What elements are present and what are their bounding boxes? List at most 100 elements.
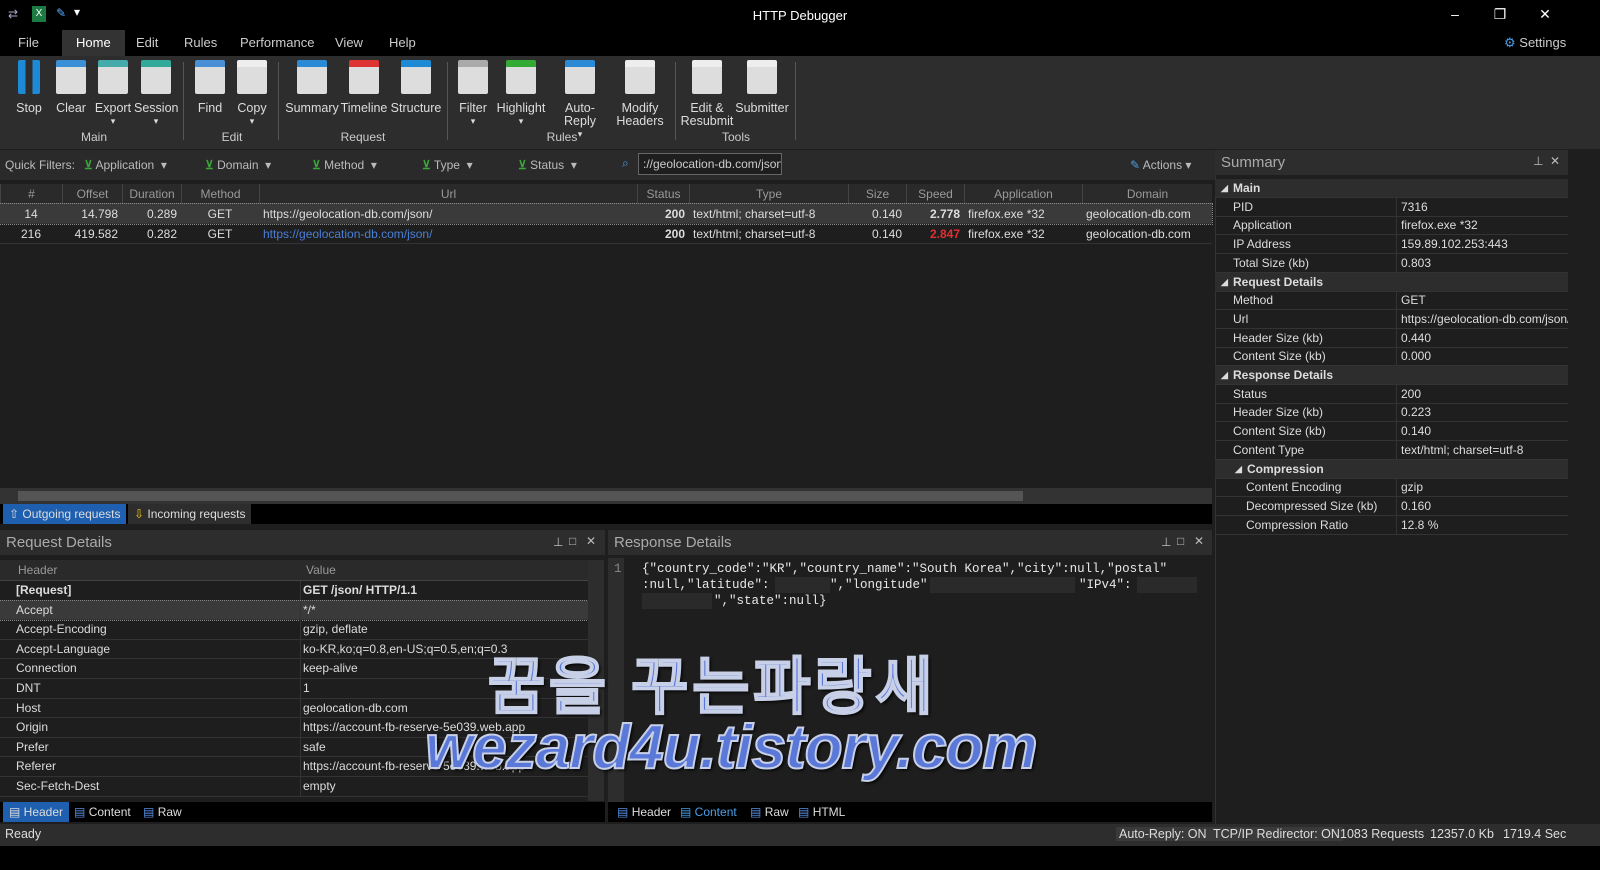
- clear-button[interactable]: Clear: [54, 60, 88, 115]
- filter-status[interactable]: ⊻ Status ▾: [518, 158, 577, 172]
- settings-button[interactable]: ⚙ Settings: [1504, 35, 1566, 51]
- column-header[interactable]: Status: [637, 184, 689, 204]
- property-row[interactable]: Total Size (kb) 0.803: [1215, 253, 1568, 273]
- property-row[interactable]: Decompressed Size (kb) 0.160: [1215, 496, 1568, 516]
- property-row[interactable]: Application firefox.exe *32: [1215, 216, 1568, 236]
- restore-button[interactable]: ❐: [1485, 6, 1515, 23]
- minimize-button[interactable]: –: [1440, 6, 1470, 22]
- header-name: Referer: [16, 759, 57, 774]
- column-header[interactable]: Duration: [122, 184, 181, 204]
- property-row[interactable]: Header Size (kb) 0.223: [1215, 403, 1568, 423]
- edit-resubmit-button[interactable]: Edit & Resubmit: [680, 60, 734, 128]
- quick-filters-bar: [0, 150, 1215, 180]
- section-response-details[interactable]: ◢ Response Details: [1215, 366, 1568, 385]
- property-row[interactable]: Url https://geolocation-db.com/json/: [1215, 309, 1568, 329]
- maximize-icon[interactable]: □: [1177, 534, 1184, 548]
- close-icon[interactable]: ✕: [1550, 154, 1560, 168]
- highlight-icon: [506, 60, 536, 94]
- property-row[interactable]: Content Size (kb) 0.140: [1215, 422, 1568, 442]
- column-header[interactable]: #: [0, 184, 62, 204]
- redirector-status[interactable]: TCP/IP Redirector: ON: [1210, 827, 1343, 841]
- filter-domain[interactable]: ⊻ Domain ▾: [205, 158, 271, 172]
- menu-performance[interactable]: Performance: [228, 30, 326, 56]
- property-row[interactable]: Content Encoding gzip: [1215, 478, 1568, 498]
- section-request-details[interactable]: ◢ Request Details: [1215, 272, 1568, 292]
- property-row[interactable]: PID 7316: [1215, 197, 1568, 217]
- collapse-icon[interactable]: ◢: [1221, 179, 1228, 197]
- property-row[interactable]: Header Size (kb) 0.440: [1215, 328, 1568, 348]
- column-header[interactable]: Application: [964, 184, 1082, 204]
- column-header[interactable]: Type: [689, 184, 848, 204]
- property-name: Method: [1233, 293, 1274, 308]
- tab-header[interactable]: ▤ Header: [611, 802, 677, 822]
- filter-application[interactable]: ⊻ Application ▾: [84, 158, 167, 172]
- pin-icon[interactable]: ⊥: [553, 535, 563, 549]
- highlight-button[interactable]: Highlight ▾: [496, 60, 546, 128]
- actions-button[interactable]: ✎ Actions ▾: [1130, 158, 1191, 172]
- collapse-icon[interactable]: ◢: [1221, 273, 1228, 291]
- filter-type[interactable]: ⊻ Type ▾: [422, 158, 473, 172]
- structure-button[interactable]: Structure: [390, 60, 442, 115]
- search-input[interactable]: ://geolocation-db.com/json/: [638, 153, 782, 175]
- menu-view[interactable]: View: [323, 30, 375, 56]
- table-row[interactable]: 14 14.798 0.289 GET https://geolocation-db.c…: [0, 203, 1213, 225]
- tab-content[interactable]: ▤ Content: [674, 802, 743, 822]
- close-icon[interactable]: ✕: [1194, 534, 1204, 548]
- find-icon: [195, 60, 225, 94]
- tab-header[interactable]: ▤ Header: [3, 802, 70, 822]
- session-button[interactable]: Session ▾: [134, 60, 178, 128]
- find-button[interactable]: Find: [194, 60, 226, 115]
- tab-html[interactable]: ▤ HTML: [792, 802, 851, 822]
- column-header[interactable]: Method: [181, 184, 259, 204]
- header-row[interactable]: Accept */*: [0, 599, 588, 622]
- menu-rules[interactable]: Rules: [172, 30, 229, 56]
- collapse-icon[interactable]: ◢: [1235, 460, 1242, 478]
- scrollbar-thumb[interactable]: [18, 491, 1023, 501]
- property-row[interactable]: Content Size (kb) 0.000: [1215, 347, 1568, 367]
- column-header[interactable]: Speed: [906, 184, 964, 204]
- stop-button[interactable]: Stop: [12, 60, 46, 115]
- status-text: Ready: [5, 827, 42, 841]
- pin-icon[interactable]: ⊥: [1533, 154, 1543, 168]
- divider: [278, 62, 279, 140]
- maximize-icon[interactable]: □: [569, 534, 576, 548]
- pin-icon[interactable]: ⊥: [1161, 535, 1171, 549]
- column-header[interactable]: Url: [259, 184, 637, 204]
- export-button[interactable]: Export ▾: [94, 60, 132, 128]
- property-row[interactable]: Status 200: [1215, 384, 1568, 404]
- tab-raw[interactable]: ▤ Raw: [744, 802, 795, 822]
- tab-raw[interactable]: ▤ Raw: [137, 802, 188, 822]
- menu-edit[interactable]: Edit: [124, 30, 170, 56]
- column-header[interactable]: Domain: [1082, 184, 1212, 204]
- filter-button[interactable]: Filter ▾: [455, 60, 491, 128]
- section-main[interactable]: ◢ Main: [1215, 179, 1568, 198]
- auto-reply-status[interactable]: Auto-Reply: ON: [1116, 827, 1210, 841]
- submitter-button[interactable]: Submitter: [734, 60, 790, 115]
- property-row[interactable]: Compression Ratio 12.8 %: [1215, 515, 1568, 535]
- menu-help[interactable]: Help: [377, 30, 428, 56]
- filter-label: Type: [433, 158, 460, 172]
- auto-reply-button[interactable]: Auto-Reply ▾: [550, 60, 610, 141]
- section-compression[interactable]: ◢ Compression: [1215, 459, 1568, 479]
- collapse-icon[interactable]: ◢: [1221, 366, 1228, 384]
- filter-method[interactable]: ⊻ Method ▾: [312, 158, 377, 172]
- close-icon[interactable]: ✕: [586, 534, 596, 548]
- column-header[interactable]: Size: [848, 184, 906, 204]
- summary-button[interactable]: Summary: [285, 60, 339, 115]
- header-row[interactable]: [Request] GET /json/ HTTP/1.1: [0, 581, 588, 601]
- tab-content[interactable]: ▤ Content: [68, 802, 137, 822]
- close-button[interactable]: ✕: [1530, 6, 1560, 23]
- table-row[interactable]: 216 419.582 0.282 GET https://geolocation-db…: [0, 224, 1212, 244]
- property-row[interactable]: Method GET: [1215, 291, 1568, 311]
- response-body[interactable]: {"country_code":"KR","country_name":"Sou…: [642, 562, 1202, 622]
- tab-outgoing-requests[interactable]: ⇧ Outgoing requests: [3, 504, 127, 524]
- property-row[interactable]: IP Address 159.89.102.253:443: [1215, 235, 1568, 255]
- property-row[interactable]: Content Type text/html; charset=utf-8: [1215, 440, 1568, 460]
- tab-incoming-requests[interactable]: ⇩ Incoming requests: [128, 504, 252, 524]
- column-header[interactable]: Offset: [62, 184, 122, 204]
- menu-file[interactable]: File: [6, 30, 51, 56]
- copy-button[interactable]: Copy ▾: [234, 60, 270, 128]
- modify-headers-button[interactable]: Modify Headers: [614, 60, 666, 128]
- timeline-button[interactable]: Timeline: [340, 60, 388, 115]
- menu-home[interactable]: Home: [62, 30, 125, 56]
